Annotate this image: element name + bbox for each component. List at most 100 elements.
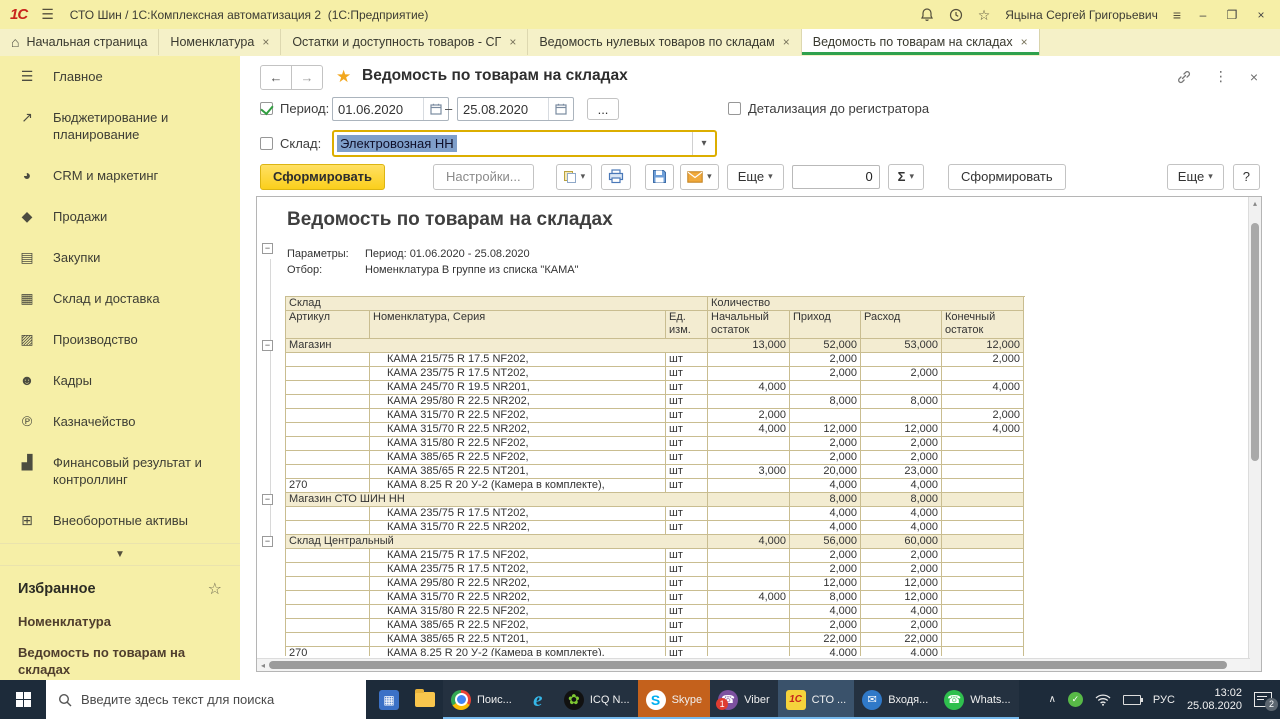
scroll-up-icon[interactable]: ▴ bbox=[1249, 197, 1261, 210]
send-email-button[interactable]: ▾ bbox=[680, 163, 719, 190]
column-header[interactable]: Номенклатура, Серия bbox=[370, 311, 666, 339]
table-cell[interactable]: КАМА 315/70 R 22.5 NF202, bbox=[370, 409, 666, 423]
taskbar-app-whatsapp[interactable]: ☎ Whats... bbox=[936, 680, 1018, 719]
favorites-star-icon[interactable]: ☆ bbox=[208, 579, 222, 599]
table-cell[interactable] bbox=[942, 605, 1024, 619]
table-cell[interactable] bbox=[708, 353, 790, 367]
table-cell[interactable] bbox=[942, 465, 1024, 479]
table-cell[interactable] bbox=[942, 437, 1024, 451]
table-cell[interactable]: 4,000 bbox=[790, 479, 861, 493]
warehouse-checkbox[interactable] bbox=[260, 137, 273, 150]
antivirus-icon[interactable]: ✓ bbox=[1067, 692, 1083, 707]
table-cell[interactable] bbox=[790, 409, 861, 423]
taskbar-app-chrome[interactable]: Поис... bbox=[443, 680, 520, 719]
current-user[interactable]: Яцына Сергей Григорьевич bbox=[1005, 8, 1158, 22]
taskbar-app-explorer[interactable] bbox=[407, 680, 443, 719]
table-cell[interactable]: 4,000 bbox=[708, 591, 790, 605]
table-cell[interactable] bbox=[942, 577, 1024, 591]
group-total-cell[interactable] bbox=[942, 493, 1024, 507]
table-cell[interactable]: 12,000 bbox=[861, 577, 942, 591]
table-cell[interactable] bbox=[286, 521, 370, 535]
chevron-down-icon[interactable]: ▾ bbox=[692, 132, 715, 155]
table-cell[interactable]: КАМА 385/65 R 22.5 NF202, bbox=[370, 619, 666, 633]
table-cell[interactable]: 2,000 bbox=[861, 619, 942, 633]
table-cell[interactable]: шт bbox=[666, 521, 708, 535]
column-group-kolichestvo[interactable]: Количество bbox=[708, 297, 1024, 311]
sidebar-item-purchases[interactable]: ▤ Закупки bbox=[0, 237, 240, 278]
table-cell[interactable]: 2,000 bbox=[708, 409, 790, 423]
table-cell[interactable]: шт bbox=[666, 633, 708, 647]
scroll-left-icon[interactable]: ◂ bbox=[257, 661, 269, 670]
help-button[interactable]: ? bbox=[1232, 163, 1260, 190]
table-cell[interactable] bbox=[286, 633, 370, 647]
sidebar-item-assets[interactable]: ⊞ Внеоборотные активы bbox=[0, 500, 240, 541]
collapse-group-button[interactable]: − bbox=[262, 340, 273, 351]
table-cell[interactable] bbox=[708, 619, 790, 633]
tab-close-icon[interactable]: × bbox=[1021, 35, 1028, 49]
vertical-scrollbar[interactable]: ▴ bbox=[1248, 197, 1261, 671]
close-window-button[interactable]: × bbox=[1254, 8, 1268, 22]
more-menu-icon[interactable]: ⋮ bbox=[1214, 68, 1228, 85]
tab-Ведомость по товарам на складах[interactable]: Ведомость по товарам на складах × bbox=[801, 29, 1040, 55]
table-cell[interactable] bbox=[708, 451, 790, 465]
table-cell[interactable] bbox=[942, 367, 1024, 381]
table-cell[interactable] bbox=[286, 591, 370, 605]
table-cell[interactable] bbox=[942, 619, 1024, 633]
table-cell[interactable] bbox=[942, 633, 1024, 647]
battery-icon[interactable] bbox=[1122, 694, 1143, 705]
forward-button[interactable]: → bbox=[291, 65, 323, 90]
table-cell[interactable]: 12,000 bbox=[790, 423, 861, 437]
table-cell[interactable]: 270 bbox=[286, 479, 370, 493]
horizontal-scroll-thumb[interactable] bbox=[269, 661, 1227, 669]
table-cell[interactable]: 4,000 bbox=[861, 647, 942, 656]
group-total-cell[interactable]: 8,000 bbox=[861, 493, 942, 507]
table-cell[interactable] bbox=[861, 409, 942, 423]
table-cell[interactable]: шт bbox=[666, 619, 708, 633]
table-cell[interactable]: КАМА 315/80 R 22.5 NF202, bbox=[370, 605, 666, 619]
period-checkbox[interactable] bbox=[260, 102, 273, 115]
start-button[interactable] bbox=[0, 680, 46, 719]
table-cell[interactable]: шт bbox=[666, 451, 708, 465]
calendar-icon[interactable] bbox=[548, 98, 573, 120]
table-cell[interactable] bbox=[942, 451, 1024, 465]
group-name-cell[interactable]: Магазин bbox=[286, 339, 708, 353]
table-cell[interactable] bbox=[286, 507, 370, 521]
taskbar-search[interactable]: Введите здесь текст для поиска bbox=[46, 680, 366, 719]
sidebar-item-warehouse[interactable]: ▦ Склад и доставка bbox=[0, 278, 240, 319]
table-cell[interactable]: 4,000 bbox=[790, 647, 861, 656]
table-cell[interactable] bbox=[942, 647, 1024, 656]
table-cell[interactable] bbox=[708, 633, 790, 647]
sidebar-item-production[interactable]: ▨ Производство bbox=[0, 319, 240, 360]
table-cell[interactable] bbox=[942, 507, 1024, 521]
sidebar-expander[interactable]: ▼ bbox=[0, 543, 240, 566]
sidebar-item-sales[interactable]: ◆ Продажи bbox=[0, 196, 240, 237]
table-cell[interactable]: КАМА 8.25 R 20 У-2 (Камера в комплекте), bbox=[370, 479, 666, 493]
clock[interactable]: 13:02 25.08.2020 bbox=[1187, 687, 1242, 713]
table-cell[interactable]: 270 bbox=[286, 647, 370, 656]
column-header[interactable]: Расход bbox=[861, 311, 942, 339]
table-cell[interactable] bbox=[942, 591, 1024, 605]
table-cell[interactable]: 2,000 bbox=[790, 353, 861, 367]
group-total-cell[interactable]: 60,000 bbox=[861, 535, 942, 549]
table-cell[interactable] bbox=[286, 409, 370, 423]
table-cell[interactable]: 4,000 bbox=[861, 521, 942, 535]
table-cell[interactable] bbox=[286, 423, 370, 437]
table-cell[interactable] bbox=[286, 395, 370, 409]
params-value[interactable]: Период: 01.06.2020 - 25.08.2020 bbox=[365, 248, 579, 260]
column-header[interactable]: Конечный остаток bbox=[942, 311, 1024, 339]
group-total-cell[interactable]: 4,000 bbox=[708, 535, 790, 549]
table-cell[interactable]: 2,000 bbox=[942, 353, 1024, 367]
get-link-icon[interactable] bbox=[1176, 69, 1192, 85]
table-cell[interactable]: шт bbox=[666, 381, 708, 395]
table-cell[interactable]: шт bbox=[666, 577, 708, 591]
table-cell[interactable]: 20,000 bbox=[790, 465, 861, 479]
group-total-cell[interactable]: 8,000 bbox=[790, 493, 861, 507]
document-title[interactable]: Ведомость по товарам на складах bbox=[287, 209, 613, 231]
table-cell[interactable]: КАМА 315/70 R 22.5 NR202, bbox=[370, 591, 666, 605]
table-cell[interactable] bbox=[286, 353, 370, 367]
tab-close-icon[interactable]: × bbox=[783, 35, 790, 49]
table-cell[interactable]: 23,000 bbox=[861, 465, 942, 479]
table-cell[interactable]: 2,000 bbox=[790, 549, 861, 563]
table-cell[interactable]: КАМА 215/75 R 17.5 NF202, bbox=[370, 353, 666, 367]
wifi-icon[interactable] bbox=[1095, 693, 1111, 706]
